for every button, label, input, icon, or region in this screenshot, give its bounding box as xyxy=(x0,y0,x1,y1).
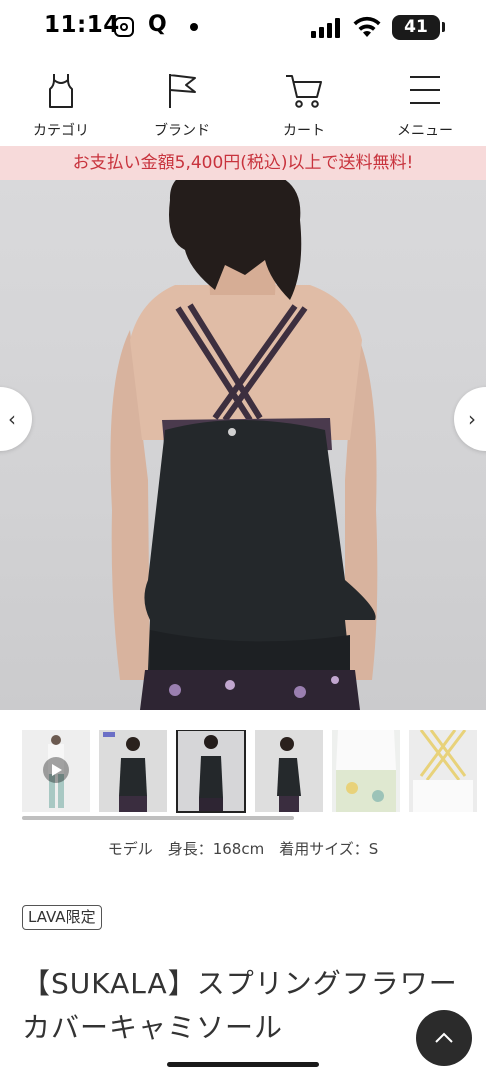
product-main-image[interactable]: ‹ › xyxy=(0,180,486,710)
instagram-icon xyxy=(114,17,134,37)
wifi-icon xyxy=(353,16,381,37)
tank-top-icon xyxy=(49,74,73,108)
thumbnail-front[interactable] xyxy=(99,730,167,812)
nav-label-brand: ブランド xyxy=(154,123,210,139)
nav-label-menu: メニュー xyxy=(397,123,453,139)
status-bar: 11:14 Q 41 xyxy=(0,0,486,56)
home-indicator[interactable] xyxy=(167,1062,319,1067)
chevron-up-icon xyxy=(435,1032,453,1043)
thumbnail-straps-detail[interactable] xyxy=(409,730,477,812)
thumbnail-video[interactable] xyxy=(22,730,90,812)
notification-dot-icon xyxy=(190,23,198,31)
nav-item-cart[interactable]: カート xyxy=(254,56,354,146)
nav-label-cart: カート xyxy=(283,123,325,139)
thumbnail-back[interactable] xyxy=(176,730,246,813)
thumbnail-scrollbar[interactable] xyxy=(22,816,294,820)
nav-item-category[interactable]: カテゴリ xyxy=(11,56,111,146)
thumbnail-strip[interactable] xyxy=(22,730,486,816)
chevron-left-icon: ‹ xyxy=(8,407,16,431)
nav-label-category: カテゴリ xyxy=(33,123,89,139)
cellular-signal-icon xyxy=(311,18,343,38)
top-nav: カテゴリ ブランド カート メニュー xyxy=(0,56,486,146)
quora-icon: Q xyxy=(148,12,167,37)
thumbnail-white-detail[interactable] xyxy=(332,730,400,812)
free-shipping-banner: お支払い金額5,400円(税込)以上で送料無料! xyxy=(0,146,486,180)
exclusive-badge: LAVA限定 xyxy=(22,905,102,930)
cart-icon xyxy=(286,75,322,108)
scroll-to-top-button[interactable] xyxy=(416,1010,472,1066)
nav-item-menu[interactable]: メニュー xyxy=(375,56,475,146)
flag-icon xyxy=(169,74,196,108)
product-title: 【SUKALA】スプリングフラワーカバーキャミソール xyxy=(22,967,458,1044)
product-photo xyxy=(110,180,378,710)
model-info: モデル 身長：168cm 着用サイズ：S xyxy=(107,840,379,858)
battery-tip xyxy=(442,22,445,32)
battery-indicator: 41 xyxy=(392,15,440,40)
nav-item-brand[interactable]: ブランド xyxy=(132,56,232,146)
chevron-right-icon: › xyxy=(468,407,476,431)
hamburger-menu-icon xyxy=(410,76,440,104)
status-time: 11:14 xyxy=(44,12,120,38)
thumbnail-side[interactable] xyxy=(255,730,323,812)
